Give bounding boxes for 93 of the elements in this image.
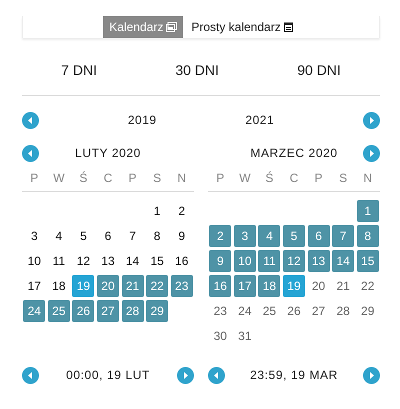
day-button[interactable]: 24: [23, 300, 46, 322]
day-button[interactable]: 18: [258, 274, 280, 296]
weekday-label: P: [29, 170, 40, 187]
day-button[interactable]: 22: [356, 274, 379, 296]
weekday-label: W: [52, 170, 66, 187]
year-label[interactable]: 2021: [245, 111, 274, 129]
day-button[interactable]: 2: [170, 200, 193, 222]
previous-button[interactable]: [22, 112, 39, 128]
weekday-label: Ś: [264, 170, 274, 187]
day-button[interactable]: 28: [122, 300, 144, 322]
day-button[interactable]: 20: [96, 274, 119, 296]
day-button[interactable]: 24: [234, 300, 256, 322]
day-button[interactable]: 20: [308, 274, 330, 296]
day-button[interactable]: 6: [308, 224, 330, 246]
weekday-label: C: [288, 170, 300, 187]
preset-button[interactable]: 90 DNI: [297, 60, 341, 81]
day-button[interactable]: 29: [146, 300, 168, 322]
weekday-label: P: [314, 170, 324, 187]
month-title: MARZEC 2020: [249, 145, 339, 162]
next-button[interactable]: [363, 144, 380, 162]
day-button[interactable]: 21: [122, 274, 144, 296]
day-button[interactable]: 13: [96, 250, 119, 272]
day-button[interactable]: 11: [48, 250, 70, 272]
weekday-label: S: [152, 170, 162, 187]
day-button[interactable]: 17: [23, 274, 46, 296]
day-button[interactable]: 7: [332, 224, 354, 246]
day-button[interactable]: 23: [170, 274, 193, 296]
day-button[interactable]: 10: [23, 250, 46, 272]
day-button[interactable]: 11: [258, 250, 280, 272]
preset-button[interactable]: 7 DNI: [61, 60, 97, 81]
day-button[interactable]: 8: [146, 224, 168, 246]
previous-button[interactable]: [22, 366, 39, 384]
day-button[interactable]: 23: [209, 300, 232, 322]
day-button[interactable]: 16: [209, 274, 232, 296]
day-button[interactable]: 8: [356, 224, 379, 246]
time-label: 00:00, 19 LUT: [66, 367, 150, 384]
day-button[interactable]: 14: [122, 250, 144, 272]
day-button[interactable]: 27: [96, 300, 119, 322]
day-button[interactable]: 9: [209, 250, 232, 272]
calendar-icon: [284, 22, 293, 32]
weekday-label: N: [362, 170, 374, 187]
preset-button[interactable]: 30 DNI: [175, 60, 219, 81]
previous-button[interactable]: [22, 144, 39, 162]
day-button[interactable]: 17: [234, 274, 256, 296]
day-button[interactable]: 3: [23, 224, 46, 246]
day-button[interactable]: 5: [282, 224, 305, 246]
day-button[interactable]: 6: [96, 224, 119, 246]
next-button[interactable]: [362, 366, 380, 384]
day-button[interactable]: 27: [308, 300, 330, 322]
weekday-label: N: [176, 170, 188, 187]
day-button[interactable]: 15: [356, 250, 379, 272]
weekday-label: C: [102, 170, 114, 187]
day-button[interactable]: 16: [170, 250, 193, 272]
day-button[interactable]: 7: [122, 224, 144, 246]
tab[interactable]: Kalendarz: [103, 16, 184, 38]
next-button[interactable]: [176, 366, 194, 384]
tab[interactable]: Prosty kalendarz: [185, 16, 299, 38]
weekday-label: Ś: [78, 170, 88, 187]
day-button[interactable]: 21: [332, 274, 354, 296]
day-button[interactable]: 3: [234, 224, 256, 246]
day-button[interactable]: 9: [170, 224, 193, 246]
day-button[interactable]: 28: [332, 300, 354, 322]
day-button[interactable]: 4: [48, 224, 70, 246]
day-button[interactable]: 2: [209, 224, 232, 246]
day-button[interactable]: 26: [72, 300, 94, 322]
weekday-label: P: [215, 170, 226, 187]
day-button[interactable]: 30: [209, 324, 232, 346]
day-button[interactable]: 14: [332, 250, 354, 272]
day-button[interactable]: 26: [282, 300, 305, 322]
day-button[interactable]: 18: [48, 274, 70, 296]
previous-button[interactable]: [208, 366, 225, 384]
day-button[interactable]: 1: [146, 200, 168, 222]
day-button[interactable]: 22: [146, 274, 168, 296]
calendar-icon: [166, 22, 178, 32]
day-button[interactable]: 25: [258, 300, 280, 322]
day-button[interactable]: 13: [308, 250, 330, 272]
weekday-label: S: [338, 170, 348, 187]
day-button[interactable]: 15: [146, 250, 168, 272]
day-button[interactable]: 29: [356, 300, 379, 322]
next-button[interactable]: [362, 112, 380, 128]
day-button[interactable]: 4: [258, 224, 280, 246]
day-button[interactable]: 12: [282, 250, 305, 272]
day-button[interactable]: 31: [234, 324, 256, 346]
month-title: LUTY 2020: [74, 145, 142, 162]
day-button[interactable]: 25: [48, 300, 70, 322]
weekday-label: P: [128, 170, 138, 187]
time-label: 23:59, 19 MAR: [250, 367, 338, 384]
day-button[interactable]: 10: [234, 250, 256, 272]
year-label[interactable]: 2019: [128, 111, 157, 129]
weekday-label: W: [238, 170, 252, 187]
day-button[interactable]: 12: [72, 250, 94, 272]
day-button[interactable]: 5: [72, 224, 94, 246]
day-button[interactable]: 1: [356, 200, 379, 222]
